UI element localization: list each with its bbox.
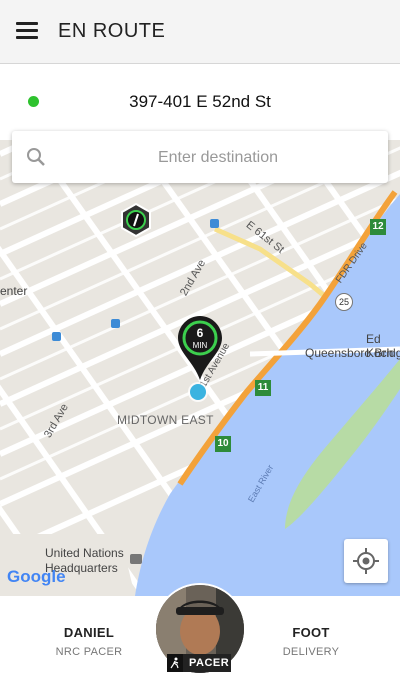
hamburger-menu-icon[interactable] xyxy=(16,22,38,40)
route-shield-25: 25 xyxy=(335,293,353,311)
map-label-center: enter xyxy=(0,284,28,298)
page-title: EN ROUTE xyxy=(58,20,166,42)
map-label-midtown: MIDTOWN EAST xyxy=(117,413,214,427)
eta-value: 6 xyxy=(196,326,204,340)
search-icon xyxy=(27,148,45,166)
driver-name: DANIEL xyxy=(63,625,115,640)
delivery-mode-sub: DELIVERY xyxy=(282,646,340,658)
driver-info: DANIEL NRC PACER xyxy=(24,625,154,658)
pickup-address: 397-401 E 52nd St xyxy=(129,92,271,111)
eta-pin: 6 MIN xyxy=(176,314,224,384)
my-location-button[interactable] xyxy=(344,539,388,583)
destination-search[interactable] xyxy=(12,131,388,185)
map-label-un: United Nations xyxy=(45,546,124,560)
route-shield-11: 11 xyxy=(255,380,271,396)
delivery-mode: FOOT DELIVERY xyxy=(246,625,376,658)
camera-icon xyxy=(130,554,142,564)
subway-icon xyxy=(111,319,120,328)
app-header: EN ROUTE xyxy=(0,0,400,64)
runner-icon xyxy=(167,654,183,672)
route-shield-12: 12 xyxy=(370,219,386,235)
map-label-queensboro: Queensboro Bridge xyxy=(305,346,400,360)
eta-unit: MIN xyxy=(192,341,208,350)
bus-icon xyxy=(210,219,219,228)
route-shield-10: 10 xyxy=(215,436,231,452)
courier-marker-icon[interactable] xyxy=(118,202,154,238)
subway-icon xyxy=(52,332,61,341)
pacer-badge-label: PACER xyxy=(189,657,230,669)
google-logo: Google xyxy=(7,567,66,586)
crosshair-icon xyxy=(353,548,379,574)
pacer-badge: PACER xyxy=(167,654,231,672)
pickup-location-dot xyxy=(190,384,206,400)
delivery-mode-name: FOOT xyxy=(292,625,330,640)
pickup-row[interactable]: 397-401 E 52nd St xyxy=(0,64,400,140)
destination-input[interactable] xyxy=(56,131,380,185)
driver-role: NRC PACER xyxy=(55,646,123,658)
